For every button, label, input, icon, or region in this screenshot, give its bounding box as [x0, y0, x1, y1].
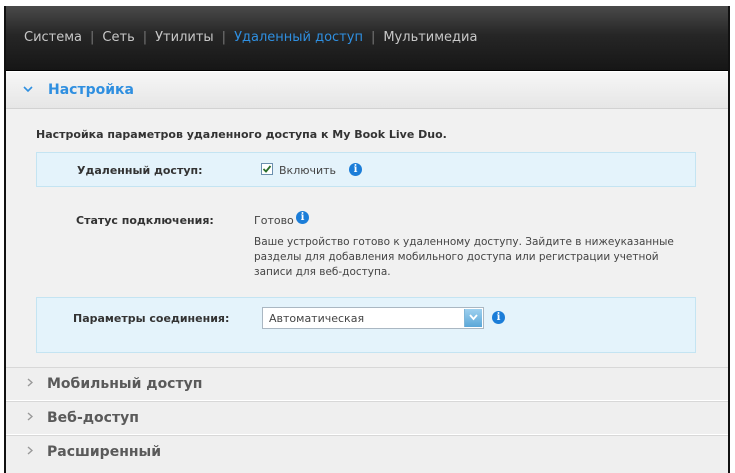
nav-item-network[interactable]: Сеть — [94, 30, 142, 45]
nav-item-multimedia[interactable]: Мультимедиа — [375, 30, 485, 45]
chevron-right-icon — [27, 411, 34, 424]
nav-label[interactable]: Система — [16, 30, 90, 45]
section-title: Мобильный доступ — [47, 376, 203, 392]
remote-access-row: Удаленный доступ: Включить i — [36, 152, 696, 187]
chevron-down-icon — [23, 82, 33, 96]
nav-label[interactable]: Утилиты — [147, 30, 222, 45]
section-title: Настройка — [48, 82, 134, 98]
connection-params-select[interactable]: Автоматическая — [262, 307, 484, 329]
info-icon[interactable]: i — [349, 163, 362, 176]
enable-label[interactable]: Включить — [279, 164, 336, 177]
nav-item-utilities[interactable]: Утилиты — [147, 30, 222, 45]
remote-access-label: Удаленный доступ: — [77, 164, 203, 177]
app-frame: Система | Сеть | Утилиты | Удаленный дос… — [4, 6, 730, 473]
top-navigation: Система | Сеть | Утилиты | Удаленный дос… — [6, 6, 728, 71]
nav-item-system[interactable]: Система — [16, 30, 90, 45]
select-value: Автоматическая — [269, 312, 365, 325]
chevron-right-icon — [27, 445, 34, 458]
section-title: Расширенный — [47, 444, 162, 460]
section-header-advanced[interactable]: Расширенный — [6, 435, 728, 473]
section-header-mobile-access[interactable]: Мобильный доступ — [6, 367, 728, 400]
section-header-web-access[interactable]: Веб-доступ — [6, 401, 728, 434]
connection-status-label: Статус подключения: — [76, 214, 214, 227]
nav-label[interactable]: Удаленный доступ — [226, 30, 371, 45]
nav-item-remote-access[interactable]: Удаленный доступ — [226, 30, 371, 45]
enable-checkbox[interactable] — [261, 163, 273, 175]
info-icon[interactable]: i — [296, 211, 309, 224]
connection-status-value: Готово — [254, 214, 294, 227]
nav-label[interactable]: Мультимедиа — [375, 30, 485, 45]
connection-status-description: Ваше устройство готово к удаленному дост… — [254, 236, 674, 278]
nav-label[interactable]: Сеть — [94, 30, 142, 45]
info-icon[interactable]: i — [492, 311, 505, 324]
chevron-right-icon — [27, 377, 34, 390]
connection-params-label: Параметры соединения: — [73, 312, 230, 325]
section-title: Веб-доступ — [47, 410, 139, 426]
intro-text: Настройка параметров удаленного доступа … — [36, 128, 447, 141]
settings-panel: Настройка параметров удаленного доступа … — [6, 109, 728, 367]
section-header-settings[interactable]: Настройка — [6, 72, 728, 109]
dropdown-arrow-icon[interactable] — [464, 309, 482, 327]
